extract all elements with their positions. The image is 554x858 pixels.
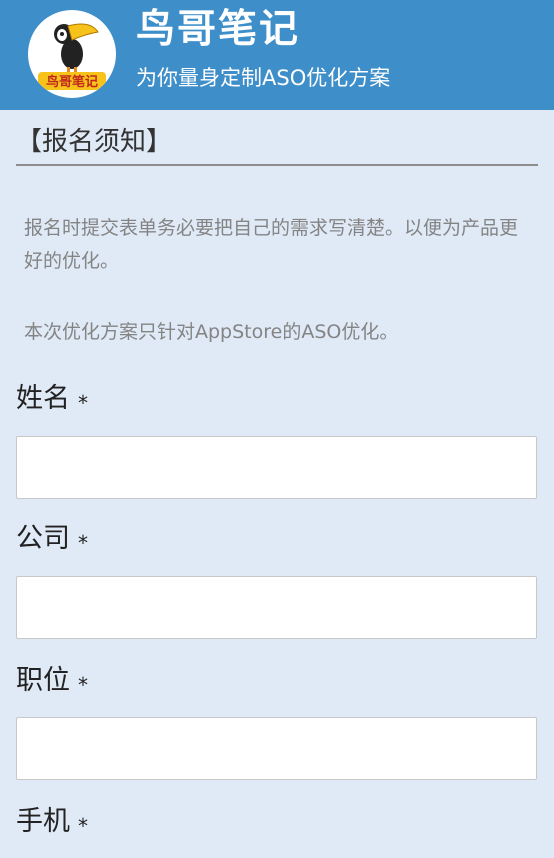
site-header: 鸟哥笔记 鸟哥笔记 为你量身定制ASO优化方案: [0, 0, 554, 110]
required-mark: *: [78, 391, 88, 415]
required-mark: *: [78, 814, 88, 838]
company-input[interactable]: [16, 576, 537, 639]
name-label-text: 姓名: [16, 383, 70, 414]
position-input[interactable]: [16, 717, 537, 780]
position-label-text: 职位: [16, 665, 70, 696]
site-logo[interactable]: 鸟哥笔记: [28, 10, 116, 98]
name-label: 姓名 *: [16, 380, 88, 418]
company-label: 公司 *: [16, 520, 88, 558]
required-mark: *: [78, 531, 88, 555]
name-input[interactable]: [16, 436, 537, 499]
logo-text: 鸟哥笔记: [46, 74, 98, 90]
position-label: 职位 *: [16, 662, 88, 700]
required-mark: *: [78, 673, 88, 697]
company-label-text: 公司: [16, 523, 70, 554]
phone-label: 手机 *: [16, 803, 88, 841]
notice-paragraph: 本次优化方案只针对AppStore的ASO优化。: [24, 321, 399, 343]
toucan-logo-icon: 鸟哥笔记: [38, 23, 106, 90]
site-title: 鸟哥笔记: [136, 7, 301, 52]
main-content: 【报名须知】 报名时提交表单务必要把自己的需求写清楚。以便为产品更好的优化。 本…: [0, 110, 554, 858]
notice-paragraph: 报名时提交表单务必要把自己的需求写清楚。以便为产品更好的优化。: [24, 217, 519, 272]
notice-heading: 【报名须知】: [16, 127, 173, 157]
heading-divider: [16, 164, 538, 166]
site-subtitle: 为你量身定制ASO优化方案: [136, 66, 391, 90]
phone-label-text: 手机: [16, 806, 70, 837]
